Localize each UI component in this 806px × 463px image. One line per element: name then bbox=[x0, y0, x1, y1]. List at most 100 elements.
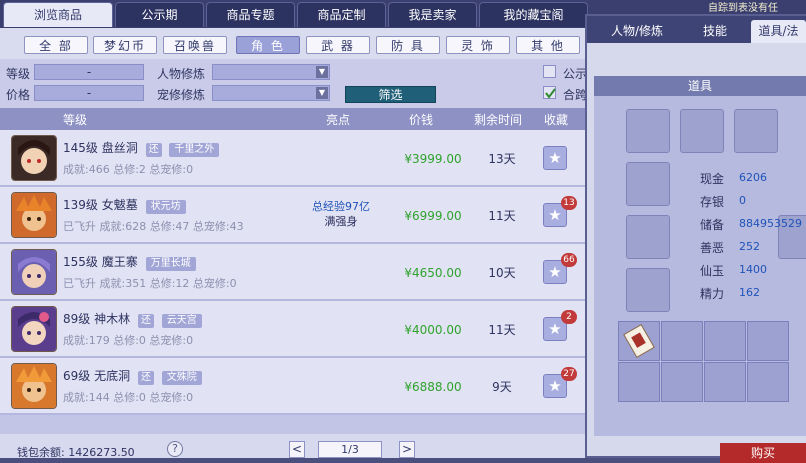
buy-button[interactable]: 购买 bbox=[720, 443, 806, 463]
listing-time-left: 13天 bbox=[488, 152, 516, 166]
server-tag: 千里之外 bbox=[169, 143, 220, 157]
server-tag: 云天宫 bbox=[161, 314, 202, 328]
items-section: 现金 6206 存银 0 储备 884953529 善恶 252 仙玉 1400… bbox=[594, 96, 806, 436]
huan-badge: 还 bbox=[137, 371, 154, 385]
equipment-slot-shoes[interactable] bbox=[626, 268, 670, 312]
highlight-exp: 总经验97亿 bbox=[312, 200, 370, 213]
category-armor[interactable]: 防 具 bbox=[376, 36, 440, 54]
publicity-checkbox[interactable] bbox=[543, 65, 556, 78]
listing-level: 139级 bbox=[63, 198, 98, 212]
prop-cash-label: 现金 bbox=[700, 172, 725, 186]
category-bar: 全 部 梦幻币 召唤兽 角 色 武 器 防 具 灵 饰 其 他 bbox=[0, 28, 585, 59]
pet-practice-label: 宠修修炼 bbox=[157, 88, 206, 102]
wudidong-portrait-icon bbox=[12, 364, 56, 408]
huan-badge: 还 bbox=[137, 314, 154, 328]
listing-level: 89级 bbox=[63, 312, 91, 326]
filter-row-2: 价格 - 宠修修炼 ▼ 合跨 bbox=[0, 85, 587, 103]
tab-character-practice[interactable]: 人物/修炼 bbox=[593, 20, 681, 43]
cross-server-checkbox[interactable] bbox=[543, 86, 556, 99]
table-row[interactable]: 139级 女魃墓 状元坊 已飞升 成就:628 总修:47 总宠修:43 总经验… bbox=[0, 187, 585, 244]
listing-school: 魔王寨 bbox=[101, 255, 138, 269]
tab-topics[interactable]: 商品专题 bbox=[206, 2, 295, 27]
header-level: 等级 bbox=[63, 113, 88, 127]
table-row[interactable]: 69级 无底洞 还 文殊院 成就:144 总修:0 总宠修:0 ¥6888.00… bbox=[0, 358, 585, 415]
category-accessory[interactable]: 灵 饰 bbox=[446, 36, 510, 54]
inventory-slot[interactable] bbox=[747, 321, 789, 361]
price-label: 价格 bbox=[6, 88, 31, 102]
next-page-button[interactable]: > bbox=[399, 441, 415, 458]
character-avatar bbox=[11, 306, 57, 352]
price-range-input[interactable]: - bbox=[34, 85, 144, 101]
tab-publicity[interactable]: 公示期 bbox=[115, 2, 204, 27]
equipment-slot-weapon[interactable] bbox=[680, 109, 724, 153]
prop-karma-value: 252 bbox=[739, 240, 760, 253]
table-row[interactable]: 155级 魔王寨 万里长城 已飞升 成就:351 总修:12 总宠修:0 ¥46… bbox=[0, 244, 585, 301]
inventory-slot[interactable] bbox=[661, 321, 703, 361]
server-tag: 文殊院 bbox=[161, 371, 202, 385]
girl-portrait-icon bbox=[12, 136, 56, 180]
header-highlight: 亮点 bbox=[326, 113, 351, 127]
category-character[interactable]: 角 色 bbox=[236, 36, 300, 54]
tab-custom[interactable]: 商品定制 bbox=[297, 2, 386, 27]
listing-title: 89级 神木林 还 云天宫 bbox=[63, 310, 202, 328]
tab-skills[interactable]: 技能 bbox=[685, 20, 745, 43]
highlight-strength: 满强身 bbox=[324, 215, 358, 228]
listing-stats: 成就:466 总修:2 总宠修:0 bbox=[63, 163, 194, 176]
equipment-slot-necklace[interactable] bbox=[626, 162, 670, 206]
prev-page-button[interactable]: < bbox=[289, 441, 305, 458]
server-tag: 状元坊 bbox=[145, 200, 186, 214]
tab-items[interactable]: 道具/法 bbox=[751, 20, 806, 43]
category-weapon[interactable]: 武 器 bbox=[306, 36, 370, 54]
inventory-slot[interactable] bbox=[618, 362, 660, 402]
category-pet[interactable]: 召唤兽 bbox=[163, 36, 227, 54]
character-detail-popup: 人物/修炼 技能 道具/法 道具 现金 6206 存银 0 储备 8849535… bbox=[585, 14, 806, 463]
listing-price: ¥6999.00 bbox=[404, 209, 462, 223]
listing-school: 盘丝洞 bbox=[101, 141, 138, 155]
listing-table: 等级 亮点 价钱 剩余时间 收藏 145级 盘丝洞 还 千里之外 成就:466 … bbox=[0, 108, 585, 434]
category-currency[interactable]: 梦幻币 bbox=[93, 36, 157, 54]
pet-practice-select[interactable]: ▼ bbox=[212, 85, 330, 101]
huan-badge: 还 bbox=[145, 143, 162, 157]
table-row[interactable]: 145级 盘丝洞 还 千里之外 成就:466 总修:2 总宠修:0 ¥3999.… bbox=[0, 130, 585, 187]
pagination-footer: 钱包余额: 1426273.50 ? < 1/3 > bbox=[0, 434, 585, 459]
scroll-item-icon bbox=[623, 324, 655, 358]
listing-time-left: 9天 bbox=[492, 380, 512, 394]
listing-highlight: 总经验97亿 满强身 bbox=[296, 199, 386, 229]
prop-cash-value: 6206 bbox=[739, 171, 767, 184]
help-icon[interactable]: ? bbox=[167, 441, 183, 457]
filter-button[interactable]: 筛选 bbox=[345, 86, 436, 103]
listing-level: 69级 bbox=[63, 369, 91, 383]
favorite-star-button[interactable]: ★ bbox=[543, 146, 567, 170]
inventory-slot[interactable] bbox=[704, 321, 746, 361]
filter-row-1: 等级 - 人物修炼 ▼ 公示 bbox=[0, 64, 587, 82]
prop-reserve-value: 884953529 bbox=[739, 217, 802, 230]
inventory-slot[interactable] bbox=[747, 362, 789, 402]
inventory-slot[interactable] bbox=[661, 362, 703, 402]
favorite-count-badge: 13 bbox=[561, 196, 577, 210]
prop-karma-label: 善恶 bbox=[700, 241, 725, 255]
listing-school: 女魃墓 bbox=[101, 198, 138, 212]
inventory-slot[interactable] bbox=[704, 362, 746, 402]
level-range-input[interactable]: - bbox=[34, 64, 144, 80]
favorite-count-badge: 2 bbox=[561, 310, 577, 324]
items-section-title: 道具 bbox=[594, 76, 806, 96]
table-row[interactable]: 89级 神木林 还 云天宫 成就:179 总修:0 总宠修:0 ¥4000.00… bbox=[0, 301, 585, 358]
listing-panel: 全 部 梦幻币 召唤兽 角 色 武 器 防 具 灵 饰 其 他 等级 - 人物修… bbox=[0, 28, 587, 459]
char-practice-select[interactable]: ▼ bbox=[212, 64, 330, 80]
prop-jade-label: 仙玉 bbox=[700, 264, 725, 278]
tab-seller[interactable]: 我是卖家 bbox=[388, 2, 477, 27]
category-all[interactable]: 全 部 bbox=[24, 36, 88, 54]
inventory-slot[interactable] bbox=[618, 321, 660, 361]
tab-browse-goods[interactable]: 浏览商品 bbox=[3, 2, 113, 27]
header-time-left: 剩余时间 bbox=[474, 113, 523, 127]
tab-my-treasure[interactable]: 我的藏宝阁 bbox=[479, 2, 588, 27]
listing-level: 155级 bbox=[63, 255, 98, 269]
prop-deposit-value: 0 bbox=[739, 194, 746, 207]
category-other[interactable]: 其 他 bbox=[516, 36, 580, 54]
equipment-slot-armor[interactable] bbox=[734, 109, 778, 153]
server-tag: 万里长城 bbox=[145, 257, 196, 271]
listing-stats: 成就:179 总修:0 总宠修:0 bbox=[63, 334, 194, 347]
character-avatar bbox=[11, 135, 57, 181]
equipment-slot-helmet[interactable] bbox=[626, 109, 670, 153]
equipment-slot-belt[interactable] bbox=[626, 215, 670, 259]
